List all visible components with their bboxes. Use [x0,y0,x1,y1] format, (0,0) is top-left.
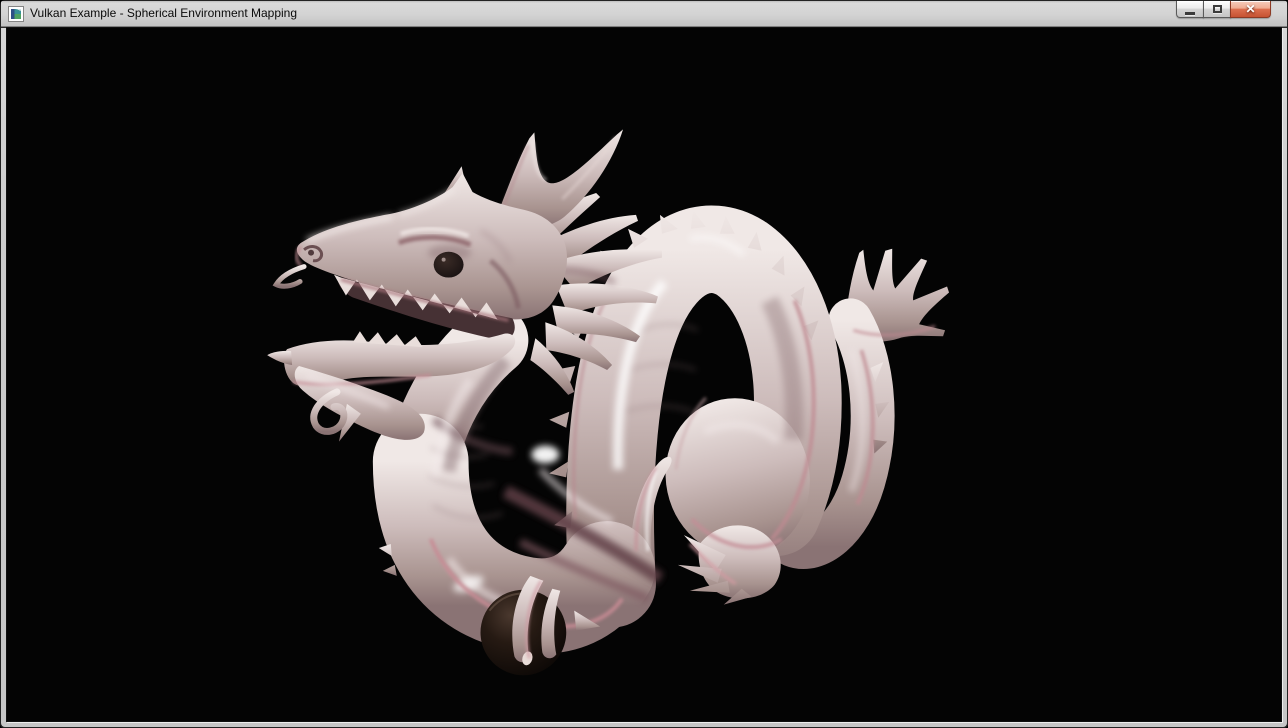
maximize-button[interactable] [1203,1,1231,18]
titlebar[interactable]: Vulkan Example - Spherical Environment M… [1,1,1287,27]
dragon-render [7,28,1281,721]
titlebar-left: Vulkan Example - Spherical Environment M… [1,1,1287,26]
window-controls: ✕ [1177,1,1271,18]
app-icon-image [11,9,21,19]
minimize-icon [1185,12,1195,15]
close-button[interactable]: ✕ [1230,1,1271,18]
minimize-button[interactable] [1176,1,1204,18]
maximize-icon [1213,5,1222,13]
window-frame: Vulkan Example - Spherical Environment M… [1,1,1287,727]
window-title: Vulkan Example - Spherical Environment M… [30,6,297,22]
close-icon: ✕ [1245,2,1255,17]
render-viewport[interactable] [6,27,1282,722]
application-window: Vulkan Example - Spherical Environment M… [0,0,1288,728]
app-icon [8,6,24,22]
